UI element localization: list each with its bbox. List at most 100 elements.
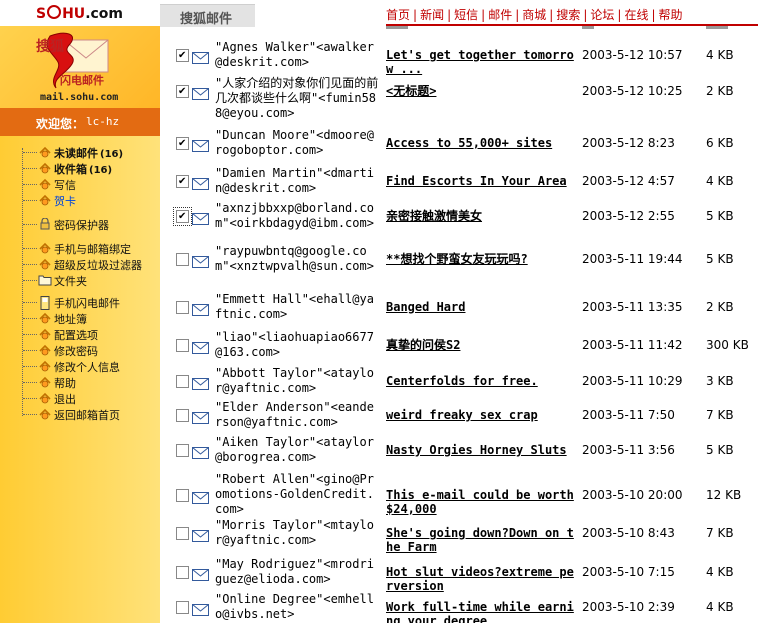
message-checkbox[interactable] [176, 85, 189, 98]
message-size: 2 KB [706, 84, 734, 98]
envelope-icon [192, 444, 209, 459]
message-checkbox[interactable] [176, 375, 189, 388]
message-sender: "liao"<liaohuapiao6677@163.com> [215, 330, 374, 359]
logo-s: S [36, 6, 47, 22]
nav-link[interactable]: 新闻 [420, 8, 444, 22]
message-checkbox[interactable] [176, 527, 189, 540]
message-sender: "Elder Anderson"<eanderson@yaftnic.com> [215, 400, 374, 429]
message-checkbox[interactable] [176, 49, 189, 62]
message-subject-link[interactable]: Banged Hard [386, 300, 578, 314]
sidebar-item-label: 配置选项 [54, 329, 98, 342]
envelope-icon [38, 146, 52, 158]
message-checkbox[interactable] [176, 175, 189, 188]
nav-link[interactable]: 帮助 [659, 8, 683, 22]
sidebar-item-label: 收件箱 (16) [54, 163, 113, 176]
sidebar: 搜狐 闪电邮件 mail.sohu.com 欢迎您： lc-hz 未读邮件 (16… [0, 26, 160, 623]
envelope-icon [38, 328, 52, 340]
nav-separator: | [651, 8, 656, 22]
message-size: 2 KB [706, 300, 734, 314]
message-sender: "Online Degree"<emhello@ivbs.net> [215, 592, 374, 621]
tree-branch [23, 334, 37, 335]
sidebar-item-label: 写信 [54, 179, 76, 192]
message-size: 4 KB [706, 48, 734, 62]
message-checkbox[interactable] [176, 339, 189, 352]
message-subject-link[interactable]: Nasty Orgies Horney Sluts [386, 443, 578, 457]
message-subject-link[interactable]: Access to 55,000+ sites [386, 136, 578, 150]
envelope-icon [192, 49, 209, 64]
message-sender: "raypuwbntq@google.com"<xnztwpvalh@sun.c… [215, 244, 374, 273]
sidebar-item-label: 地址簿 [54, 313, 87, 326]
message-subject-link[interactable]: 亲密接触激情美女 [386, 209, 578, 223]
envelope-icon [192, 210, 209, 225]
message-sender: "Robert Allen"<gino@Promotions-GoldenCre… [215, 472, 374, 516]
message-checkbox[interactable] [176, 488, 189, 502]
message-checkbox[interactable] [176, 409, 189, 422]
sidebar-item-label: 手机与邮箱绑定 [54, 243, 131, 256]
message-checkbox[interactable] [176, 253, 189, 266]
envelope-icon [38, 194, 52, 206]
message-size: 7 KB [706, 526, 734, 540]
nav-separator: | [515, 8, 520, 22]
message-size: 6 KB [706, 136, 734, 150]
message-date: 2003-5-11 3:56 [582, 443, 675, 457]
nav-link[interactable]: 短信 [454, 8, 478, 22]
nav-link[interactable]: 首页 [386, 8, 410, 22]
brand-product: 闪电邮件 [60, 74, 104, 87]
top-nav: 首页 | 新闻 | 短信 | 邮件 | 商城 | 搜索 | 论坛 | 在线 | 帮助 [386, 6, 683, 23]
tree-line [22, 148, 23, 416]
message-subject-link[interactable]: <无标题> [386, 84, 578, 98]
message-sender: "人家介绍的对象你们见面的前几次都谈些什么啊"<fumin588@eyou.co… [215, 76, 379, 120]
message-checkbox[interactable] [176, 137, 189, 150]
message-sender: "Aiken Taylor"<ataylor@borogrea.com> [215, 435, 374, 464]
message-subject-link[interactable]: 真挚的问侯S2 [386, 338, 578, 352]
tree-branch [23, 168, 37, 169]
nav-separator: | [617, 8, 622, 22]
envelope-icon [38, 312, 52, 324]
message-subject-link[interactable]: Let's get together tomorrow ... [386, 48, 578, 76]
brand-banner: 搜狐 闪电邮件 mail.sohu.com [0, 26, 160, 108]
unread-count: (16) [100, 149, 124, 160]
sohu-logo[interactable]: S HU.com [36, 5, 123, 22]
brand-url: mail.sohu.com [40, 92, 119, 103]
nav-link[interactable]: 邮件 [488, 8, 512, 22]
message-checkbox[interactable] [173, 207, 192, 226]
envelope-icon [38, 242, 52, 254]
message-checkbox[interactable] [176, 444, 189, 457]
message-subject-link[interactable]: Find Escorts In Your Area [386, 174, 578, 188]
message-subject-link[interactable]: Hot slut videos?extreme perversion [386, 565, 578, 593]
envelope-icon [192, 409, 209, 424]
nav-link[interactable]: 搜索 [556, 8, 580, 22]
message-subject-link[interactable]: weird freaky sex crap [386, 408, 578, 422]
nav-separator: | [549, 8, 554, 22]
message-size: 7 KB [706, 408, 734, 422]
message-subject-link[interactable]: She's going down?Down on the Farm [386, 526, 578, 554]
message-size: 3 KB [706, 374, 734, 388]
message-date: 2003-5-12 4:57 [582, 174, 675, 188]
message-sender: "Morris Taylor"<mtaylor@yaftnic.com> [215, 518, 374, 547]
nav-link[interactable]: 论坛 [590, 8, 614, 22]
message-checkbox[interactable] [176, 301, 189, 314]
message-subject-link[interactable]: **想找个野蛮女友玩玩吗? [386, 252, 578, 266]
message-date: 2003-5-11 11:42 [582, 338, 683, 352]
sidebar-item-label: 文件夹 [54, 275, 87, 288]
message-subject-link[interactable]: Centerfolds for free. [386, 374, 578, 388]
tree-branch [23, 414, 37, 415]
envelope-icon [192, 253, 209, 268]
logo-o-ring-icon [47, 5, 62, 19]
nav-link[interactable]: 在线 [624, 8, 648, 22]
envelope-icon [38, 408, 52, 420]
message-checkbox[interactable] [176, 566, 189, 579]
nav-link[interactable]: 商城 [522, 8, 546, 22]
envelope-icon [192, 566, 209, 581]
sidebar-item-label: 返回邮箱首页 [54, 409, 120, 422]
message-date: 2003-5-12 10:57 [582, 48, 683, 62]
tab-sohu-mail[interactable]: 搜狐邮件 [160, 4, 255, 27]
welcome-bar: 欢迎您： lc-hz [0, 108, 160, 136]
unread-count: (16) [89, 165, 113, 176]
message-subject-link[interactable]: Work full-time while earning your degree [386, 600, 578, 623]
envelope-icon [192, 85, 209, 100]
message-list: "Agnes Walker"<awalker@deskrit.com> Let's… [160, 26, 758, 623]
envelope-icon [192, 339, 209, 354]
message-checkbox[interactable] [176, 601, 189, 614]
message-subject-link[interactable]: This e-mail could be worth $24,000 [386, 488, 578, 516]
